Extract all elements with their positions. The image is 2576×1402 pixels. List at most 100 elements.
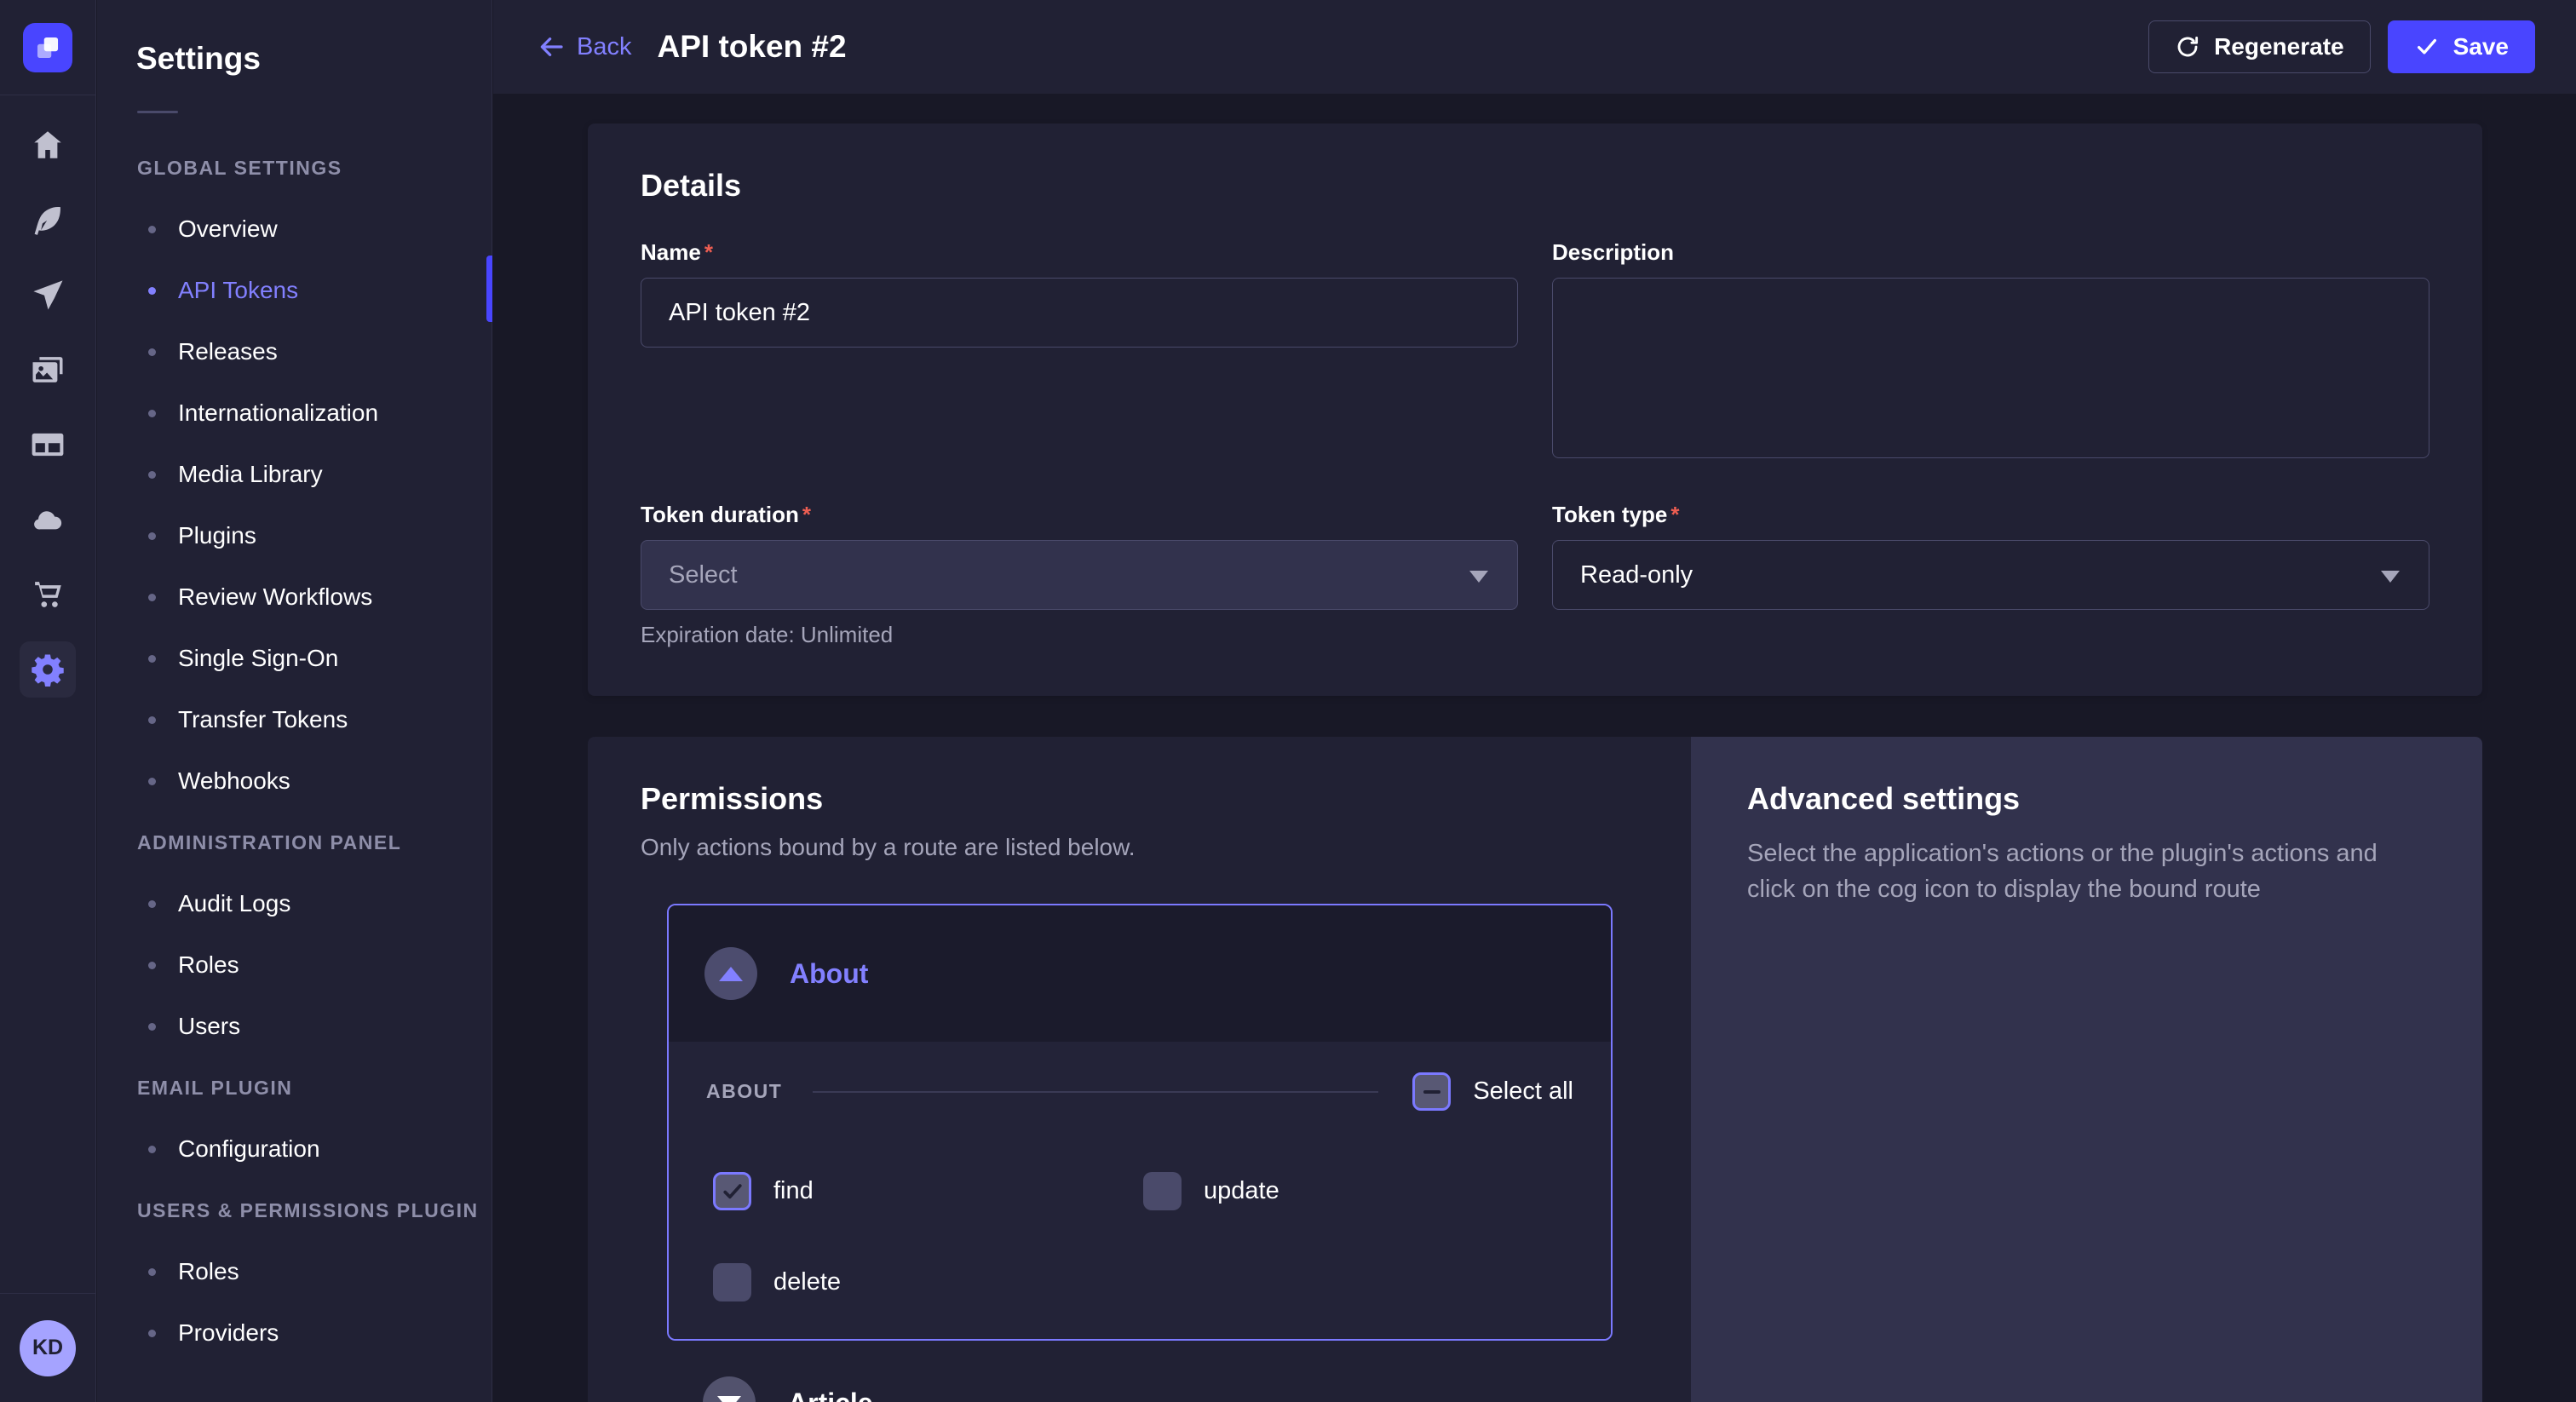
avatar[interactable]: KD [20, 1320, 76, 1376]
bullet-icon [148, 1023, 156, 1031]
name-input[interactable] [641, 278, 1518, 348]
regenerate-label: Regenerate [2214, 33, 2344, 60]
bullet-icon [148, 1330, 156, 1337]
name-label: Name* [641, 239, 1518, 266]
sidebar-item-label: Releases [178, 338, 278, 365]
back-link[interactable]: Back [538, 33, 631, 61]
sidebar-item-internationalization[interactable]: Internationalization [97, 382, 492, 444]
media-icon[interactable] [10, 332, 85, 407]
cloud-icon[interactable] [10, 482, 85, 557]
nav-section-email-plugin: EMAIL PLUGIN [97, 1057, 492, 1118]
bullet-icon [148, 410, 156, 417]
update-label: update [1204, 1177, 1279, 1205]
bullet-icon [148, 900, 156, 908]
check-icon [720, 1179, 745, 1204]
sidebar-item-users[interactable]: Users [97, 996, 492, 1057]
sidebar-item-admin-roles[interactable]: Roles [97, 934, 492, 996]
sidebar-item-plugins[interactable]: Plugins [97, 505, 492, 566]
section-divider [813, 1091, 1378, 1093]
token-duration-hint: Expiration date: Unlimited [641, 622, 1518, 648]
article-accordion-label: Article [788, 1388, 873, 1402]
gear-icon[interactable] [20, 641, 76, 698]
sidebar-item-providers[interactable]: Providers [97, 1302, 492, 1364]
advanced-settings-title: Advanced settings [1747, 781, 2423, 817]
sidebar-item-label: Transfer Tokens [178, 706, 348, 733]
sidebar-item-label: Media Library [178, 461, 323, 488]
required-mark: * [704, 239, 713, 266]
details-title: Details [641, 168, 2429, 204]
sidebar-item-review-workflows[interactable]: Review Workflows [97, 566, 492, 628]
delete-checkbox[interactable] [713, 1263, 751, 1301]
nav-section-global-settings: GLOBAL SETTINGS [97, 137, 492, 198]
token-duration-select[interactable]: Select [641, 540, 1518, 610]
select-all-checkbox[interactable] [1412, 1072, 1451, 1111]
sidebar-item-media-library[interactable]: Media Library [97, 444, 492, 505]
sidebar-item-releases[interactable]: Releases [97, 321, 492, 382]
sidebar-item-configuration[interactable]: Configuration [97, 1118, 492, 1180]
sidebar-item-webhooks[interactable]: Webhooks [97, 750, 492, 812]
find-checkbox[interactable] [713, 1172, 751, 1210]
home-icon[interactable] [10, 107, 85, 182]
sidebar-item-up-roles[interactable]: Roles [97, 1241, 492, 1302]
logo-block [0, 0, 95, 95]
sidebar-item-label: Audit Logs [178, 890, 290, 917]
token-duration-value: Select [669, 561, 738, 589]
name-field-group: Name* [641, 239, 1518, 463]
bullet-icon [148, 716, 156, 724]
required-mark: * [802, 502, 811, 528]
sidebar-item-label: Roles [178, 951, 239, 979]
strapi-logo-icon[interactable] [23, 23, 72, 72]
sidebar-item-audit-logs[interactable]: Audit Logs [97, 873, 492, 934]
cart-icon[interactable] [10, 557, 85, 632]
bullet-icon [148, 778, 156, 785]
collapse-toggle-icon[interactable] [704, 947, 757, 1000]
feather-icon[interactable] [10, 182, 85, 257]
permission-find: find [713, 1172, 1143, 1210]
token-duration-field-group: Token duration* Select Expiration date: … [641, 502, 1518, 648]
sidebar-item-label: Review Workflows [178, 583, 372, 611]
bullet-icon [148, 532, 156, 540]
page-header: Back API token #2 Regenerate Save [493, 0, 2576, 94]
layout-icon[interactable] [10, 407, 85, 482]
token-type-label: Token type* [1552, 502, 2429, 528]
bullet-icon [148, 1146, 156, 1153]
advanced-settings-description: Select the application's actions or the … [1747, 836, 2423, 907]
update-checkbox[interactable] [1143, 1172, 1182, 1210]
nav-section-users-permissions-plugin: USERS & PERMISSIONS PLUGIN [97, 1180, 492, 1241]
token-type-select[interactable]: Read-only [1552, 540, 2429, 610]
delete-label: delete [773, 1268, 841, 1296]
details-card: Details Name* Description Token dur [588, 124, 2482, 696]
active-item-indicator [486, 256, 492, 322]
sidebar-item-transfer-tokens[interactable]: Transfer Tokens [97, 689, 492, 750]
find-label: find [773, 1177, 814, 1205]
save-button[interactable]: Save [2388, 20, 2535, 73]
article-accordion-header[interactable]: Article [703, 1376, 1613, 1402]
regenerate-button[interactable]: Regenerate [2148, 20, 2371, 73]
token-type-value: Read-only [1580, 561, 1693, 589]
page-title: API token #2 [657, 29, 846, 65]
sidebar-item-overview[interactable]: Overview [97, 198, 492, 260]
about-section-label: ABOUT [706, 1080, 782, 1103]
main-navigation-sidebar: KD [0, 0, 96, 1402]
token-duration-label: Token duration* [641, 502, 1518, 528]
about-accordion-label: About [790, 958, 868, 990]
triangle-down-icon [717, 1396, 741, 1402]
check-icon [2414, 34, 2440, 60]
permission-delete: delete [713, 1263, 1143, 1301]
description-label: Description [1552, 239, 2429, 266]
bullet-icon [148, 287, 156, 295]
permissions-title: Permissions [641, 781, 1638, 817]
description-field-group: Description [1552, 239, 2429, 463]
sidebar-item-label: Roles [178, 1258, 239, 1285]
bullet-icon [148, 962, 156, 969]
send-icon[interactable] [10, 257, 85, 332]
about-accordion-header[interactable]: About [669, 905, 1611, 1042]
expand-toggle-icon[interactable] [703, 1376, 756, 1402]
sidebar-item-label: API Tokens [178, 277, 298, 304]
sidebar-item-label: Internationalization [178, 399, 378, 427]
advanced-settings-panel: Advanced settings Select the application… [1691, 737, 2482, 1402]
sidebar-item-api-tokens[interactable]: API Tokens [97, 260, 492, 321]
description-textarea[interactable] [1552, 278, 2429, 458]
sidebar-item-single-sign-on[interactable]: Single Sign-On [97, 628, 492, 689]
bullet-icon [148, 1268, 156, 1276]
